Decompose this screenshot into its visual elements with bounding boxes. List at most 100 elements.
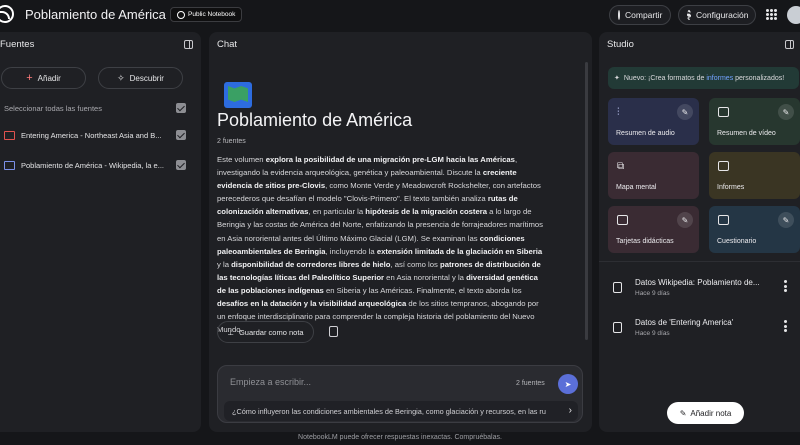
- reports-icon: [718, 161, 729, 171]
- apps-grid-icon[interactable]: [766, 9, 777, 20]
- edit-pencil-icon[interactable]: ✎: [677, 104, 693, 120]
- flashcards-tile[interactable]: ✎ Tarjetas didácticas: [608, 206, 699, 253]
- source-checkbox[interactable]: [176, 160, 186, 170]
- select-all-checkbox[interactable]: [176, 103, 186, 113]
- gear-icon: [687, 10, 691, 20]
- mind-map-label: Mapa mental: [616, 184, 657, 191]
- suggested-question-text: ¿Cómo influyeron las condiciones ambient…: [232, 406, 546, 416]
- web-page-icon: [4, 160, 15, 170]
- summary-text: , en particular la: [308, 207, 366, 217]
- new-feature-banner[interactable]: ✦ Nuevo: ¡Crea formatos de informes pers…: [608, 67, 799, 89]
- send-button[interactable]: ➤: [558, 374, 578, 394]
- top-bar: Poblamiento de América Public Notebook C…: [0, 0, 800, 30]
- notebook-heading: Poblamiento de América: [217, 110, 413, 130]
- edit-pencil-icon[interactable]: ✎: [677, 212, 693, 228]
- edit-pencil-icon[interactable]: ✎: [778, 104, 794, 120]
- video-overview-label: Resumen de vídeo: [717, 130, 776, 137]
- chat-composer: 2 fuentes ➤ ¿Cómo influyeron las condici…: [217, 365, 583, 423]
- banner-text: Nuevo: ¡Crea formatos de informes person…: [623, 74, 785, 82]
- source-item[interactable]: Poblamiento de América - Wikipedia, la e…: [4, 158, 166, 172]
- flashcards-icon: [617, 215, 628, 225]
- source-item-label: Entering America - Northeast Asia and B.…: [21, 130, 162, 140]
- discover-sources-button[interactable]: ✧ Descubrir: [98, 67, 183, 89]
- note-item[interactable]: Datos de 'Entering America' Hace 9 días: [611, 318, 800, 346]
- more-options-icon[interactable]: [784, 320, 787, 332]
- public-notebook-label: Public Notebook: [188, 11, 236, 18]
- summary-text: , incluyendo la: [325, 246, 377, 256]
- chevron-right-icon[interactable]: ›: [569, 405, 572, 416]
- globe-icon: [177, 10, 185, 19]
- chat-panel-title: Chat: [217, 38, 238, 50]
- note-icon: [613, 282, 622, 293]
- quiz-icon: [718, 215, 729, 225]
- summary-highlight: extensión limitada de la glaciación en S…: [376, 246, 543, 256]
- source-item-label: Poblamiento de América - Wikipedia, la e…: [21, 160, 164, 170]
- note-title: Datos de 'Entering America': [635, 318, 734, 327]
- chat-input[interactable]: [230, 377, 480, 387]
- quiz-label: Cuestionario: [717, 238, 757, 245]
- mind-map-tile[interactable]: ⧉ Mapa mental: [608, 152, 699, 199]
- collapse-panel-icon[interactable]: [785, 40, 794, 49]
- note-icon: [613, 322, 622, 333]
- add-note-button[interactable]: ✎ Añadir nota: [667, 402, 744, 424]
- notebooklm-logo-icon[interactable]: [0, 5, 14, 23]
- note-item[interactable]: Datos Wikipedia: Poblamiento de... Hace …: [611, 278, 800, 306]
- globe-icon: [618, 10, 620, 20]
- source-count: 2 fuentes: [217, 138, 246, 145]
- quiz-tile[interactable]: ✎ Cuestionario: [709, 206, 800, 253]
- pin-icon: ⊥: [227, 327, 234, 337]
- disclaimer-footer: NotebookLM puede ofrecer respuestas inex…: [298, 434, 502, 441]
- settings-label: Configuración: [696, 10, 749, 20]
- summary-highlight: explora la posibilidad de una migración …: [265, 155, 515, 164]
- summary-text: en Siberia y las Américas. Finalmente, e…: [323, 285, 522, 295]
- map-icon: [224, 82, 252, 108]
- summary-text: y la: [217, 259, 232, 269]
- waveform-icon: ⫶: [617, 107, 620, 118]
- settings-button[interactable]: Configuración: [678, 5, 756, 25]
- pdf-icon: [4, 130, 15, 140]
- summary-text: , así como los: [390, 259, 441, 269]
- studio-panel-title: Studio: [607, 38, 634, 50]
- sources-panel-title: Fuentes: [0, 38, 35, 50]
- video-icon: [718, 107, 729, 117]
- public-notebook-badge: Public Notebook: [170, 7, 243, 22]
- collapse-panel-icon[interactable]: [184, 40, 193, 49]
- share-label: Compartir: [625, 10, 663, 20]
- summary-text: en Asia nororiental y la: [384, 272, 467, 282]
- sources-panel: Fuentes + Añadir ✧ Descubrir Seleccionar…: [0, 32, 201, 432]
- reports-label: Informes: [717, 184, 745, 191]
- mind-map-icon: ⧉: [617, 161, 625, 172]
- source-checkbox[interactable]: [176, 130, 186, 140]
- sparkle-icon: ✦: [614, 75, 620, 82]
- avatar[interactable]: [787, 6, 800, 24]
- copy-icon[interactable]: [329, 326, 338, 337]
- chat-scrollbar[interactable]: [585, 62, 588, 340]
- add-note-label: Añadir nota: [690, 408, 732, 418]
- audio-overview-tile[interactable]: ⫶ ✎ Resumen de audio: [608, 98, 699, 145]
- edit-pencil-icon[interactable]: ✎: [778, 212, 794, 228]
- save-note-label: Guardar como nota: [238, 327, 304, 337]
- flashcards-label: Tarjetas didácticas: [616, 238, 674, 245]
- more-options-icon[interactable]: [784, 280, 787, 292]
- chat-panel: Chat Poblamiento de América 2 fuentes Es…: [209, 32, 592, 432]
- share-button[interactable]: Compartir: [609, 5, 671, 25]
- notebook-title[interactable]: Poblamiento de América: [25, 7, 166, 22]
- send-arrow-icon: ➤: [564, 379, 572, 389]
- note-title: Datos Wikipedia: Poblamiento de...: [635, 278, 760, 287]
- summary-highlight: disponibilidad de corredores libres de h…: [231, 259, 391, 269]
- video-overview-tile[interactable]: ✎ Resumen de vídeo: [709, 98, 800, 145]
- studio-panel: Studio ✦ Nuevo: ¡Crea formatos de inform…: [599, 32, 800, 432]
- note-timestamp: Hace 9 días: [635, 330, 670, 337]
- add-source-button[interactable]: + Añadir: [1, 67, 86, 89]
- notebook-summary: Este volumen explora la posibilidad de u…: [217, 153, 547, 336]
- divider: [599, 261, 800, 262]
- audio-overview-label: Resumen de audio: [616, 130, 675, 137]
- input-source-count: 2 fuentes: [516, 380, 545, 387]
- summary-text: Este volumen: [217, 155, 266, 164]
- source-item[interactable]: Entering America - Northeast Asia and B.…: [4, 128, 166, 142]
- suggested-question[interactable]: ¿Cómo influyeron las condiciones ambient…: [224, 401, 578, 421]
- save-as-note-button[interactable]: ⊥ Guardar como nota: [217, 321, 314, 343]
- summary-highlight: desafíos en la datación y la visibilidad…: [217, 299, 407, 309]
- reports-tile[interactable]: Informes: [709, 152, 800, 199]
- discover-icon: ✧: [117, 72, 125, 83]
